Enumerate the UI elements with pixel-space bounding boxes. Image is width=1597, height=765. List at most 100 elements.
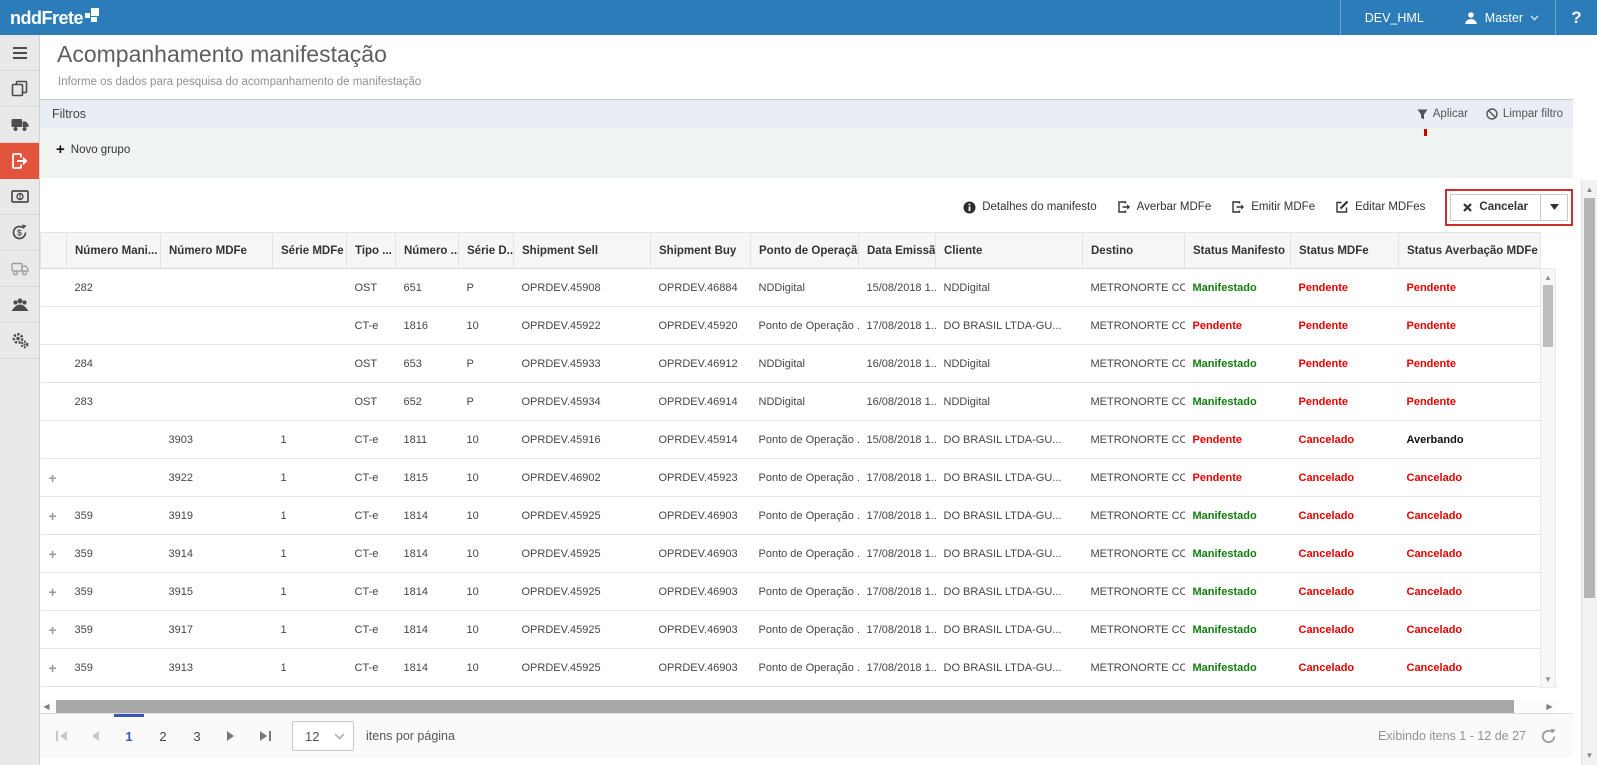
table-horizontal-scrollbar[interactable]: ◀ ▶	[40, 700, 1556, 713]
column-header-14[interactable]: Status MDFe	[1290, 232, 1399, 269]
page-size-select[interactable]: 12	[292, 721, 354, 751]
cell: NDDigital	[935, 268, 1083, 307]
expand-row-icon[interactable]: +	[49, 622, 57, 638]
cell: OPRDEV.45933	[513, 344, 651, 383]
column-header-15[interactable]: Status Averbação MDFe ↑	[1398, 232, 1541, 269]
previous-page-button[interactable]	[78, 714, 112, 758]
expand-row-icon[interactable]: +	[49, 584, 57, 600]
user-menu[interactable]: Master	[1448, 0, 1555, 35]
page-scroll-thumb[interactable]	[1584, 198, 1595, 598]
table-row[interactable]: 282 OST 651 P OPRDEV.45908 OPRDEV.46884 NDDigi…	[40, 268, 1541, 307]
manifest-export-icon[interactable]	[0, 143, 39, 179]
cancel-highlight-box: Cancelar	[1445, 188, 1573, 226]
page-button-3[interactable]: 3	[180, 714, 214, 758]
row-expand-cell	[40, 268, 67, 307]
status-cell: Pendente	[1290, 306, 1399, 345]
last-page-button[interactable]	[248, 714, 282, 758]
delivery-truck-icon[interactable]	[0, 251, 39, 287]
next-page-button[interactable]	[214, 714, 248, 758]
table-vertical-scrollbar[interactable]: ▲ ▼	[1540, 268, 1556, 688]
column-header-12[interactable]: Destino	[1082, 232, 1185, 269]
column-header-0[interactable]	[40, 232, 67, 269]
new-group-button[interactable]: + Novo grupo	[56, 141, 130, 158]
cell: METRONORTE CO...	[1082, 458, 1185, 497]
export-icon	[1117, 200, 1131, 214]
emitir-mdfe-button[interactable]: Emitir MDFe	[1231, 200, 1315, 214]
vertical-scroll-thumb[interactable]	[1543, 285, 1553, 347]
info-icon	[963, 201, 976, 214]
scroll-up-icon[interactable]: ▲	[1541, 270, 1555, 284]
column-header-10[interactable]: Data Emissã...	[858, 232, 936, 269]
scroll-up-icon[interactable]: ▲	[1582, 182, 1597, 197]
column-header-5[interactable]: Número ...	[395, 232, 459, 269]
status-cell: Cancelado	[1290, 420, 1399, 459]
sidebar-nav: 1 $	[0, 35, 40, 765]
expand-row-icon[interactable]: +	[49, 660, 57, 676]
table-row[interactable]: +359 3913 1 CT-e 1814 10 OPRDEV.45925 OPRDEV.46…	[40, 648, 1541, 687]
first-page-button[interactable]	[44, 714, 78, 758]
cell: DO BRASIL LTDA-GU...	[935, 610, 1083, 649]
manifest-details-button[interactable]: Detalhes do manifesto	[963, 201, 1097, 214]
apply-filter-button[interactable]: Aplicar	[1417, 108, 1468, 120]
column-header-1[interactable]: Número Mani...	[66, 232, 161, 269]
table-row[interactable]: +359 3914 1 CT-e 1814 10 OPRDEV.45925 OPRDEV.46…	[40, 534, 1541, 573]
expand-row-icon[interactable]: +	[49, 546, 57, 562]
table-row[interactable]: +359 3915 1 CT-e 1814 10 OPRDEV.45925 OPRDEV.46…	[40, 572, 1541, 611]
documents-icon[interactable]	[0, 71, 39, 107]
column-header-3[interactable]: Série MDFe	[272, 232, 347, 269]
page-button-1[interactable]: 1	[112, 714, 146, 758]
horizontal-scroll-thumb[interactable]	[56, 700, 1514, 713]
cell: 652	[395, 382, 459, 421]
cell: METRONORTE CO...	[1082, 382, 1185, 421]
table-row[interactable]: 283 OST 652 P OPRDEV.45934 OPRDEV.46914 NDDigi…	[40, 382, 1541, 421]
table-row[interactable]: CT-e 1816 10 OPRDEV.45922 OPRDEV.45920 Ponto …	[40, 306, 1541, 345]
table-row[interactable]: +359 3919 1 CT-e 1814 10 OPRDEV.45925 OPRDEV.46…	[40, 496, 1541, 535]
cell	[160, 344, 273, 383]
column-header-11[interactable]: Cliente	[935, 232, 1083, 269]
table-row[interactable]: 3903 1 CT-e 1811 10 OPRDEV.45916 OPRDEV.45914 P…	[40, 420, 1541, 459]
column-header-4[interactable]: Tipo ...	[346, 232, 396, 269]
refresh-button[interactable]	[1540, 728, 1557, 745]
column-header-13[interactable]: Status Manifesto	[1184, 232, 1291, 269]
status-cell: Cancelado	[1290, 458, 1399, 497]
cell: METRONORTE CO...	[1082, 572, 1185, 611]
cancel-dropdown-button[interactable]	[1541, 193, 1568, 221]
export-icon	[1231, 200, 1245, 214]
column-header-8[interactable]: Shipment Buy	[650, 232, 751, 269]
clear-filter-button[interactable]: Limpar filtro	[1486, 108, 1563, 120]
column-header-7[interactable]: Shipment Sell	[513, 232, 651, 269]
cell: 15/08/2018 1...	[858, 268, 936, 307]
averbar-mdfe-button[interactable]: Averbar MDFe	[1117, 200, 1211, 214]
column-header-6[interactable]: Série D...	[458, 232, 514, 269]
cell: DO BRASIL LTDA-GU...	[935, 306, 1083, 345]
scroll-left-icon[interactable]: ◀	[40, 700, 53, 713]
expand-row-icon[interactable]: +	[49, 470, 57, 486]
page-button-2[interactable]: 2	[146, 714, 180, 758]
cell: DO BRASIL LTDA-GU...	[935, 420, 1083, 459]
gears-icon[interactable]	[0, 323, 39, 359]
column-header-9[interactable]: Ponto de Operação	[750, 232, 859, 269]
table-row[interactable]: +359 3917 1 CT-e 1814 10 OPRDEV.45925 OPRDEV.46…	[40, 610, 1541, 649]
row-expand-cell: +	[40, 610, 67, 649]
scroll-right-icon[interactable]: ▶	[1543, 700, 1556, 713]
cell: 359	[66, 496, 161, 535]
truck-icon[interactable]	[0, 107, 39, 143]
plus-icon: +	[56, 141, 65, 158]
column-header-2[interactable]: Número MDFe	[160, 232, 273, 269]
menu-icon[interactable]	[0, 35, 39, 71]
users-icon[interactable]	[0, 287, 39, 323]
scroll-down-icon[interactable]: ▼	[1541, 672, 1555, 686]
banknote-icon[interactable]: 1	[0, 179, 39, 215]
page-vertical-scrollbar[interactable]: ▲ ▼	[1581, 180, 1597, 765]
scroll-down-icon[interactable]: ▼	[1582, 748, 1597, 763]
currency-sync-icon[interactable]: $	[0, 215, 39, 251]
status-cell: Manifestado	[1184, 610, 1291, 649]
cancel-button[interactable]: Cancelar	[1450, 193, 1541, 221]
help-button[interactable]: ?	[1555, 0, 1597, 35]
editar-mdfes-button[interactable]: Editar MDFes	[1335, 200, 1425, 214]
table-row[interactable]: +3922 1 CT-e 1815 10 OPRDEV.46902 OPRDEV.45923…	[40, 458, 1541, 497]
cell: OPRDEV.45925	[513, 648, 651, 687]
table-row[interactable]: 284 OST 653 P OPRDEV.45933 OPRDEV.46912 NDDigi…	[40, 344, 1541, 383]
expand-row-icon[interactable]: +	[49, 508, 57, 524]
row-expand-cell	[40, 344, 67, 383]
